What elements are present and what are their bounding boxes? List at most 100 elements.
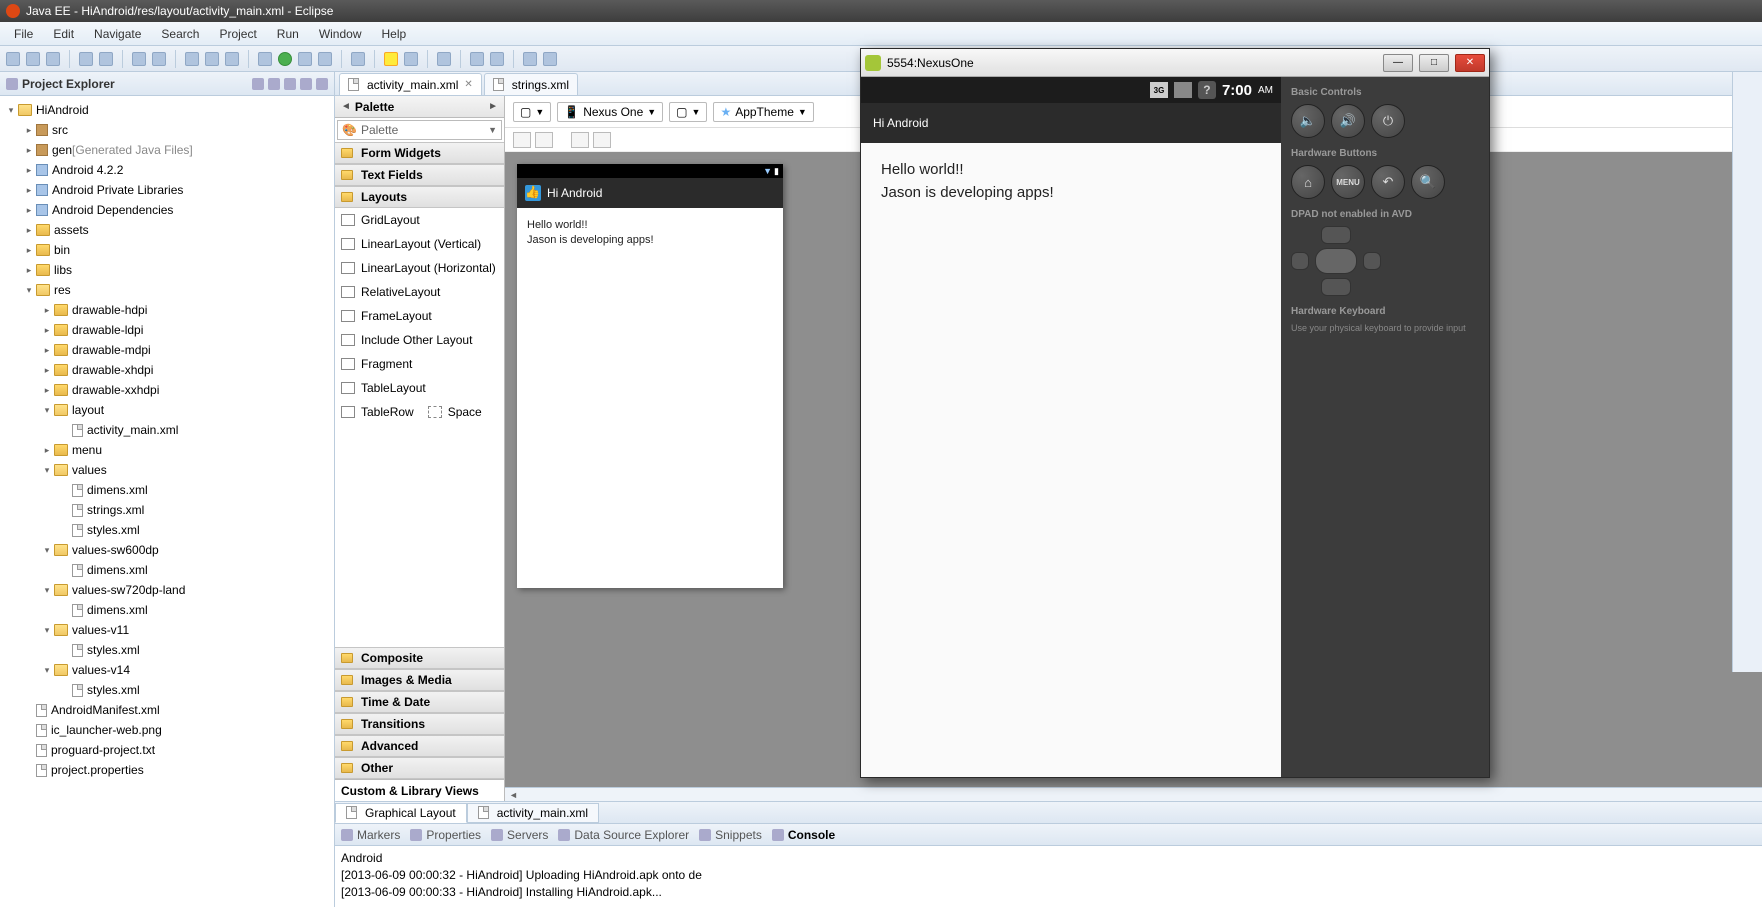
- expand-icon[interactable]: ▸: [24, 165, 34, 175]
- nav-back-button[interactable]: [523, 52, 537, 66]
- run-last-button[interactable]: [298, 52, 312, 66]
- tree-item[interactable]: ▸menu: [0, 440, 334, 460]
- run-button[interactable]: [278, 52, 292, 66]
- editor-tab[interactable]: strings.xml: [484, 73, 578, 95]
- palette-item[interactable]: Include Other Layout: [335, 328, 504, 352]
- expand-icon[interactable]: [60, 645, 70, 655]
- tree-item[interactable]: ▸drawable-mdpi: [0, 340, 334, 360]
- palette-item[interactable]: Space: [448, 405, 482, 419]
- tree-item[interactable]: ▾res: [0, 280, 334, 300]
- expand-icon[interactable]: ▾: [42, 625, 52, 635]
- maximize-icon[interactable]: [316, 78, 328, 90]
- view-tab-console[interactable]: Console: [772, 828, 835, 842]
- search-hw-button[interactable]: 🔍: [1411, 165, 1445, 199]
- save-all-button[interactable]: [46, 52, 60, 66]
- dpad-left[interactable]: [1291, 252, 1309, 270]
- menu-help[interactable]: Help: [372, 25, 417, 43]
- expand-icon[interactable]: ▸: [42, 345, 52, 355]
- palette-back-icon[interactable]: ◄: [341, 101, 351, 112]
- menu-window[interactable]: Window: [309, 25, 372, 43]
- expand-icon[interactable]: ▸: [24, 145, 34, 155]
- avd-manager-button[interactable]: [99, 52, 113, 66]
- expand-icon[interactable]: ▸: [24, 265, 34, 275]
- tree-item[interactable]: ▸assets: [0, 220, 334, 240]
- expand-icon[interactable]: ▾: [42, 465, 52, 475]
- expand-icon[interactable]: [24, 705, 34, 715]
- expand-icon[interactable]: ▾: [42, 405, 52, 415]
- menu-run[interactable]: Run: [267, 25, 309, 43]
- editor-mode-tab[interactable]: Graphical Layout: [335, 803, 467, 823]
- mode-btn-3[interactable]: [571, 132, 589, 148]
- tree-item[interactable]: ▾values-sw720dp-land: [0, 580, 334, 600]
- expand-icon[interactable]: ▾: [24, 285, 34, 295]
- menu-navigate[interactable]: Navigate: [84, 25, 151, 43]
- expand-icon[interactable]: ▸: [42, 445, 52, 455]
- expand-icon[interactable]: [60, 605, 70, 615]
- palette-item[interactable]: RelativeLayout: [335, 280, 504, 304]
- new-project-button[interactable]: [152, 52, 166, 66]
- palette-category[interactable]: Images & Media: [335, 669, 504, 691]
- tree-item[interactable]: ▾values: [0, 460, 334, 480]
- dpad-up[interactable]: [1321, 226, 1351, 244]
- expand-icon[interactable]: ▾: [6, 105, 16, 115]
- sdk-manager-button[interactable]: [79, 52, 93, 66]
- expand-icon[interactable]: [60, 505, 70, 515]
- tree-item[interactable]: dimens.xml: [0, 480, 334, 500]
- device-preview[interactable]: ▼ ▮ 👍 Hi Android Hello world!! Jason is …: [517, 164, 783, 588]
- expand-icon[interactable]: ▾: [42, 665, 52, 675]
- tree-item[interactable]: styles.xml: [0, 680, 334, 700]
- tree-project-root[interactable]: ▾ HiAndroid: [0, 100, 334, 120]
- tree-item[interactable]: project.properties: [0, 760, 334, 780]
- expand-icon[interactable]: [60, 525, 70, 535]
- console-output[interactable]: Android [2013-06-09 00:00:32 - HiAndroid…: [335, 846, 1762, 904]
- palette-item[interactable]: TableLayout: [335, 376, 504, 400]
- dpad-down[interactable]: [1321, 278, 1351, 296]
- tree-item[interactable]: ▸drawable-xhdpi: [0, 360, 334, 380]
- palette-category[interactable]: Form Widgets: [335, 142, 504, 164]
- canvas-scrollbar[interactable]: ◄: [505, 787, 1762, 801]
- emulator-window[interactable]: 5554:NexusOne — □ ✕ 3G ? 7:00 AM Hi Andr…: [860, 48, 1490, 778]
- dropdown-icon[interactable]: ▼: [488, 125, 497, 135]
- tree-item[interactable]: AndroidManifest.xml: [0, 700, 334, 720]
- config-dropdown[interactable]: ▢ ▼: [513, 102, 551, 122]
- tree-item[interactable]: ▾layout: [0, 400, 334, 420]
- expand-icon[interactable]: ▸: [24, 225, 34, 235]
- emulator-titlebar[interactable]: 5554:NexusOne — □ ✕: [861, 49, 1489, 77]
- view-tab-markers[interactable]: Markers: [341, 828, 400, 842]
- new-package-button[interactable]: [384, 52, 398, 66]
- palette-item[interactable]: GridLayout: [335, 208, 504, 232]
- maximize-button[interactable]: □: [1419, 54, 1449, 72]
- expand-icon[interactable]: ▸: [42, 325, 52, 335]
- tree-item[interactable]: ▸gen [Generated Java Files]: [0, 140, 334, 160]
- palette-item[interactable]: TableRow: [361, 405, 414, 419]
- view-tab-servers[interactable]: Servers: [491, 828, 548, 842]
- android-content[interactable]: Hello world!! Jason is developing apps!: [861, 143, 1281, 777]
- palette-category[interactable]: Composite: [335, 647, 504, 669]
- annotation-button[interactable]: [470, 52, 484, 66]
- expand-icon[interactable]: [60, 565, 70, 575]
- tree-item[interactable]: ▸Android Private Libraries: [0, 180, 334, 200]
- nav-fwd-button[interactable]: [543, 52, 557, 66]
- palette-fwd-icon[interactable]: ►: [488, 101, 498, 112]
- tree-item[interactable]: ic_launcher-web.png: [0, 720, 334, 740]
- lint-button[interactable]: [132, 52, 146, 66]
- menu-search[interactable]: Search: [151, 25, 209, 43]
- mode-btn-4[interactable]: [593, 132, 611, 148]
- debug-stop-button[interactable]: [225, 52, 239, 66]
- link-editor-icon[interactable]: [268, 78, 280, 90]
- view-tab-properties[interactable]: Properties: [410, 828, 481, 842]
- debug-button[interactable]: [258, 52, 272, 66]
- expand-icon[interactable]: ▸: [42, 305, 52, 315]
- home-button[interactable]: ⌂: [1291, 165, 1325, 199]
- tree-item[interactable]: activity_main.xml: [0, 420, 334, 440]
- palette-category[interactable]: Text Fields: [335, 164, 504, 186]
- tree-item[interactable]: ▸libs: [0, 260, 334, 280]
- expand-icon[interactable]: [60, 485, 70, 495]
- tree-item[interactable]: ▸drawable-xxhdpi: [0, 380, 334, 400]
- palette-item[interactable]: FrameLayout: [335, 304, 504, 328]
- tree-item[interactable]: ▾values-v11: [0, 620, 334, 640]
- dpad-center[interactable]: [1315, 248, 1357, 274]
- expand-icon[interactable]: ▸: [24, 245, 34, 255]
- external-tools-button[interactable]: [318, 52, 332, 66]
- expand-icon[interactable]: [24, 725, 34, 735]
